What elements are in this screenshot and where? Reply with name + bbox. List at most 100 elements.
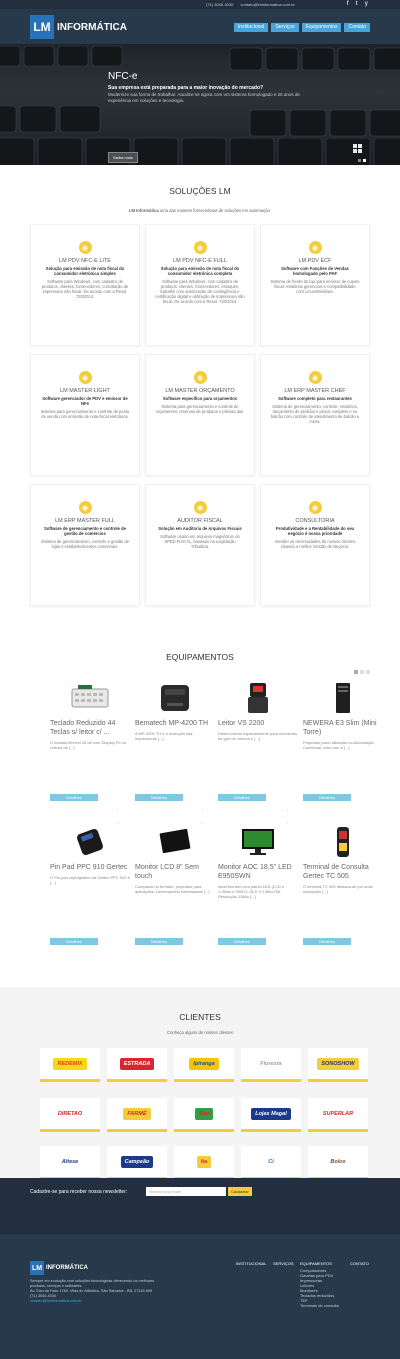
client-logo[interactable]: Lojas Magal [241, 1098, 301, 1132]
solution-icon: ◉ [308, 501, 322, 514]
solution-card[interactable]: ◉ LM PDV ECF Software com Funções de Ven… [260, 224, 370, 346]
footer-col-equipamentos: EQUIPAMENTOS Computadores Gavetas para P… [300, 1261, 339, 1308]
details-button[interactable]: Detalhes [303, 938, 351, 945]
solution-name: CONSULTORIA [295, 518, 335, 524]
hero-more-button[interactable]: Saiba mais [108, 152, 138, 163]
newsletter-email-input[interactable]: Informe seu email [146, 1187, 226, 1196]
details-button[interactable]: Detalhes [50, 938, 98, 945]
solution-headline: Solução em Auditoria de Arquivos Fiscais [158, 526, 242, 531]
equipment-desc: O Pin pad criptográfico da Gertec PPC 91… [50, 875, 130, 885]
tower-icon [303, 680, 383, 716]
equipment-card[interactable]: Bematech MP-4200 TH A MP-4200 TH é a evo… [135, 680, 215, 810]
client-logo[interactable]: REDEMIX [40, 1048, 100, 1082]
solution-card[interactable]: ◉ LM ERP MASTER FULL Software de gerenci… [30, 484, 140, 606]
client-logo[interactable]: Ita [174, 1146, 234, 1180]
equipment-name: Monitor LCD 8" Sem touch [135, 864, 199, 880]
solution-headline: Solução para emissão de nota fiscal do c… [45, 266, 125, 276]
client-logo[interactable]: Ipiranga [174, 1048, 234, 1082]
client-logo-badge: DIRETAO [53, 1107, 87, 1120]
client-logo-badge: Bolos [326, 1155, 350, 1168]
solution-name: LM ERP MASTER FULL [55, 518, 115, 524]
solution-card[interactable]: ◉ LM PDV NFC-E LITE Solução para emissão… [30, 224, 140, 346]
slider-dot[interactable] [358, 159, 361, 162]
logo[interactable]: LM INFORMÁTICA [30, 15, 127, 39]
client-logo[interactable]: Ci [241, 1146, 301, 1180]
solution-card[interactable]: ◉ CONSULTORIA Produtividade e a Rentabil… [260, 484, 370, 606]
footer-link-contato[interactable]: CONTATO [350, 1261, 369, 1266]
slider-dot[interactable] [366, 670, 370, 674]
footer-logo[interactable]: LM INFORMÁTICA [30, 1261, 88, 1275]
solution-headline: Software específico para orçamentos [162, 396, 238, 401]
equipment-name: NEWERA E3 Slim (Mini Torre) [303, 720, 377, 736]
slider-dot[interactable] [360, 670, 364, 674]
client-logo-badge: REDEMIX [53, 1057, 87, 1070]
footer-equip-link[interactable]: Terminais de consulta [300, 1303, 339, 1308]
details-button[interactable]: Detalhes [218, 938, 266, 945]
twitter-icon[interactable]: t [356, 1, 358, 7]
slider-dot-active[interactable] [363, 159, 366, 162]
solution-desc: Sistema de gerenciamento, controle, rela… [270, 404, 360, 424]
client-logo[interactable]: Altese [40, 1146, 100, 1180]
equipment-desc: Projetado para utilização na Automação C… [303, 740, 374, 750]
equipment-name: Monitor AOC 18,5" LED E950SWN [218, 864, 292, 880]
solution-card[interactable]: ◉ LM MASTER ORÇAMENTO Software específic… [145, 354, 255, 476]
details-button[interactable]: Detalhes [218, 794, 266, 801]
details-button[interactable]: Detalhes [135, 794, 183, 801]
equipment-name: Leitor VS 2200 [218, 720, 265, 727]
client-logo[interactable]: SONOSHOW [308, 1048, 368, 1082]
equipment-card[interactable]: Leitor VS 2200 Desenvolvido especialment… [218, 680, 298, 810]
equipment-card[interactable]: Terminal de Consulta Gertec TC 505 O ter… [303, 824, 383, 954]
client-logo[interactable]: Campeão [107, 1146, 167, 1180]
facebook-icon[interactable]: f [347, 1, 349, 7]
footer-link-institucional[interactable]: INSTITUCIONAL [236, 1261, 266, 1266]
footer-email-link[interactable]: contato@lminformatica.com.br [30, 1299, 170, 1304]
client-logo[interactable]: SUPERLAR [308, 1098, 368, 1132]
footer-link-equipamentos[interactable]: EQUIPAMENTOS [300, 1261, 339, 1266]
client-logo[interactable]: ESTRADA [107, 1048, 167, 1082]
newsletter-label: Cadastre-se para receber nossa newslette… [30, 1189, 128, 1195]
nav-servicos[interactable]: Serviços [271, 23, 299, 32]
email-link[interactable]: contato@lminformatica.com.br [240, 2, 294, 7]
equipment-card[interactable]: Monitor LCD 8" Sem touch Compacto no for… [135, 824, 215, 954]
equipment-desc: Compacto no formato, projetado para apli… [135, 884, 210, 894]
footer-col-contato: CONTATO [350, 1261, 369, 1268]
solution-card[interactable]: ◉ LM PDV NFC-E FULL Solução para emissão… [145, 224, 255, 346]
details-button[interactable]: Detalhes [135, 938, 183, 945]
details-button[interactable]: Detalhes [303, 794, 351, 801]
phone-text: (71) 3040-4030 [206, 2, 234, 7]
equipment-card[interactable]: Monitor AOC 18,5" LED E950SWN Ideal Moni… [218, 824, 298, 954]
equipment-card[interactable]: Pin Pad PPC 910 Gertec O Pin pad criptog… [50, 824, 130, 954]
solutions-subtitle: LM Informática uma das maiores fornecedo… [0, 208, 400, 213]
scanner-icon [218, 680, 298, 716]
client-logo-badge: Ipiranga [189, 1057, 219, 1070]
solution-card[interactable]: ◉ LM MASTER LIGHT Software gerenciador d… [30, 354, 140, 476]
solution-card[interactable]: ◉ LM ERP MASTER CHEF Software completo p… [260, 354, 370, 476]
client-logo[interactable]: Bolos [308, 1146, 368, 1180]
solution-name: LM MASTER ORÇAMENTO [165, 388, 235, 394]
equipment-name: Bematech MP-4200 TH [135, 720, 209, 727]
solution-card[interactable]: ◉ AUDITOR FISCAL Solução em Auditoria de… [145, 484, 255, 606]
equipment-desc: A MP-4200 TH é a evolução das impressora… [135, 731, 193, 741]
social-links: f t y [347, 1, 368, 7]
solution-desc: Software usado em arquivos magnéticos do… [160, 534, 240, 549]
slider-dot[interactable] [354, 670, 358, 674]
footer-link-servicos[interactable]: SERVIÇOS [273, 1261, 294, 1266]
client-logo-badge: Altese [57, 1155, 83, 1168]
equipment-desc: O teclado flexível 44 de com Display Pb … [50, 740, 127, 750]
client-logo[interactable]: Floresta [241, 1048, 301, 1082]
youtube-icon[interactable]: y [365, 1, 368, 7]
solution-name: AUDITOR FISCAL [177, 518, 223, 524]
details-button[interactable]: Detalhes [50, 794, 98, 801]
newsletter-submit-button[interactable]: Cadastrar [228, 1187, 252, 1196]
client-logo[interactable]: DIRETAO [40, 1098, 100, 1132]
solution-headline: Software completo para restaurantes [278, 396, 352, 401]
client-logo[interactable]: FARMÉ [107, 1098, 167, 1132]
nav-contato[interactable]: Contato [344, 23, 370, 32]
solution-icon: ◉ [308, 371, 322, 384]
equipment-card[interactable]: Teclado Reduzido 44 Teclas s/ leitor c/ … [50, 680, 130, 810]
nav-equipamentos[interactable]: Equipamentos [301, 23, 342, 32]
nav-institucional[interactable]: Institucional [233, 23, 269, 32]
solution-desc: Sistema para gerenciamento e controle de… [155, 404, 245, 414]
client-logo[interactable]: Sim [174, 1098, 234, 1132]
equipment-card[interactable]: NEWERA E3 Slim (Mini Torre) Projetado pa… [303, 680, 383, 810]
